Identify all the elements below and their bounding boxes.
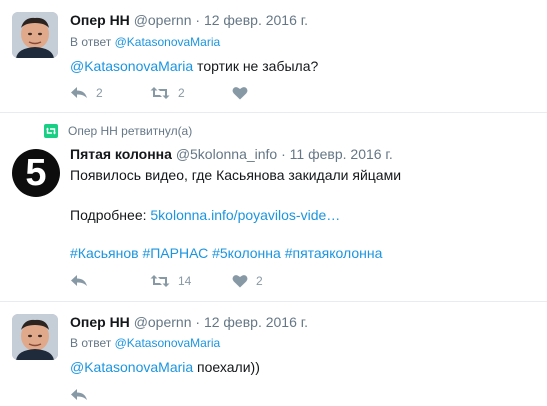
- reply-icon: [71, 87, 87, 98]
- avatar[interactable]: [12, 314, 58, 360]
- tweet-header: Пятая колонна @5kolonna_info · 11 февр. …: [70, 145, 393, 163]
- retweet-count: 2: [178, 86, 185, 100]
- heart-icon: [232, 275, 248, 288]
- retweet-button[interactable]: 2: [150, 86, 185, 100]
- mention-link[interactable]: @KatasonovaMaria: [70, 58, 193, 74]
- more-link[interactable]: 5kolonna.info/poyavilos-vide…: [150, 207, 340, 223]
- tweet-more-line: Подробнее: 5kolonna.info/poyavilos-vide…: [70, 206, 340, 224]
- hashtags[interactable]: #Касьянов #ПАРНАС #5колонна #пятаяколонн…: [70, 244, 382, 262]
- tweet-text: @KatasonovaMaria поехали)): [70, 358, 260, 376]
- reply-icon: [71, 389, 87, 400]
- author-name[interactable]: Опер НН: [70, 314, 130, 330]
- avatar[interactable]: [12, 12, 58, 58]
- tweet-body: поехали)): [193, 359, 260, 375]
- reply-to-link[interactable]: @KatasonovaMaria: [115, 35, 221, 49]
- retweet-icon: [150, 87, 170, 99]
- author-handle[interactable]: @opernn: [134, 314, 192, 330]
- mention-link[interactable]: @KatasonovaMaria: [70, 359, 193, 375]
- reply-to-link[interactable]: @KatasonovaMaria: [115, 336, 221, 350]
- retweet-badge-icon: [44, 124, 58, 138]
- author-handle[interactable]: @5kolonna_info: [176, 146, 277, 162]
- retweet-button[interactable]: 14: [150, 274, 191, 288]
- retweet-count: 14: [178, 274, 192, 288]
- like-button[interactable]: 2: [232, 274, 263, 288]
- reply-prefix: В ответ: [70, 336, 112, 350]
- separator-dot: ·: [281, 146, 286, 162]
- retweet-icon: [150, 275, 170, 287]
- reply-context: В ответ @KatasonovaMaria: [70, 35, 220, 49]
- tweet-date[interactable]: 12 февр. 2016 г.: [204, 12, 308, 28]
- tweet-header: Опер НН @opernn · 12 февр. 2016 г.: [70, 11, 308, 29]
- author-handle[interactable]: @opernn: [134, 12, 192, 28]
- tweet-header: Опер НН @opernn · 12 февр. 2016 г.: [70, 313, 308, 331]
- retweet-context: Опер НН ретвитнул(а): [44, 124, 192, 138]
- reply-count: 2: [96, 86, 103, 100]
- reply-button[interactable]: [70, 388, 88, 402]
- like-count: 2: [256, 274, 263, 288]
- reply-prefix: В ответ: [70, 35, 112, 49]
- tweet-body: тортик не забыла?: [193, 58, 319, 74]
- reply-button[interactable]: 2: [70, 86, 103, 100]
- reply-context: В ответ @KatasonovaMaria: [70, 336, 220, 350]
- avatar-glyph: 5: [25, 152, 47, 194]
- tweet-text-line: Появилось видео, где Касьянова закидали …: [70, 167, 402, 183]
- tweet-date[interactable]: 11 февр. 2016 г.: [290, 146, 393, 162]
- avatar[interactable]: 5: [12, 149, 60, 197]
- like-button[interactable]: [232, 86, 256, 100]
- heart-icon: [232, 87, 248, 100]
- separator-dot: ·: [195, 12, 201, 28]
- tweet-3[interactable]: Опер НН @opernn · 12 февр. 2016 г. В отв…: [0, 302, 547, 405]
- tweet-1[interactable]: Опер НН @opernn · 12 февр. 2016 г. В отв…: [0, 0, 547, 112]
- retweet-context-label[interactable]: Опер НН ретвитнул(а): [68, 124, 192, 138]
- tweet-2[interactable]: Опер НН ретвитнул(а) 5 Пятая колонна @5k…: [0, 113, 547, 301]
- reply-button[interactable]: [70, 274, 96, 288]
- reply-icon: [71, 275, 87, 286]
- author-name[interactable]: Пятая колонна: [70, 146, 172, 162]
- tweet-date[interactable]: 12 февр. 2016 г.: [204, 314, 308, 330]
- separator-dot: ·: [195, 314, 201, 330]
- author-name[interactable]: Опер НН: [70, 12, 130, 28]
- more-label: Подробнее:: [70, 207, 151, 223]
- tweet-text: @KatasonovaMaria тортик не забыла?: [70, 57, 318, 75]
